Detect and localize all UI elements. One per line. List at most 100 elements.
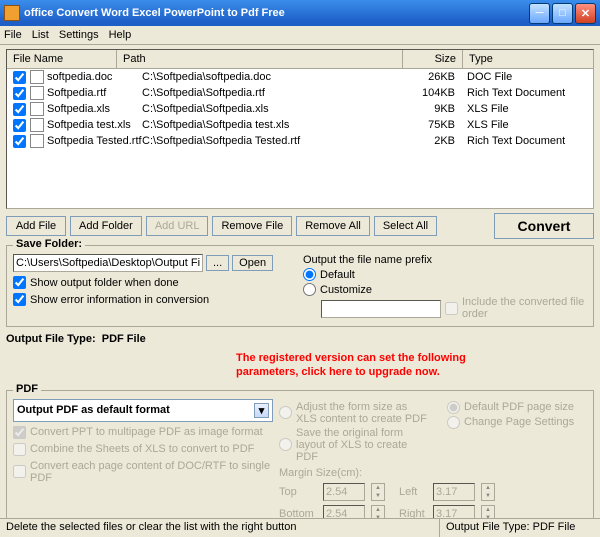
- table-row[interactable]: Softpedia Tested.rtfC:\Softpedia\Softped…: [7, 133, 593, 149]
- cell-size: 26KB: [401, 71, 461, 83]
- cell-size: 2KB: [401, 135, 461, 147]
- show-error-checkbox[interactable]: [13, 293, 26, 306]
- file-icon: [30, 118, 44, 132]
- save-folder-legend: Save Folder:: [13, 238, 85, 250]
- cell-path: C:\Softpedia\Softpedia test.xls: [142, 119, 401, 131]
- menu-settings[interactable]: Settings: [59, 29, 99, 41]
- cell-path: C:\Softpedia\Softpedia.xls: [142, 103, 401, 115]
- col-path[interactable]: Path: [117, 50, 403, 68]
- adjust-form-label: Adjust the form size as XLS content to c…: [296, 401, 427, 425]
- file-icon: [30, 70, 44, 84]
- show-error-label: Show error information in conversion: [30, 294, 209, 306]
- customize-input[interactable]: [321, 300, 441, 318]
- row-checkbox[interactable]: [13, 71, 26, 84]
- change-page-label: Change Page Settings: [464, 416, 574, 428]
- table-row[interactable]: softpedia.docC:\Softpedia\softpedia.doc2…: [7, 69, 593, 85]
- menu-file[interactable]: File: [4, 29, 22, 41]
- titlebar: office Convert Word Excel PowerPoint to …: [0, 0, 600, 26]
- col-type[interactable]: Type: [463, 50, 593, 68]
- convert-ppt-label: Convert PPT to multipage PDF as image fo…: [30, 426, 263, 438]
- row-checkbox[interactable]: [13, 119, 26, 132]
- prefix-default-radio[interactable]: [303, 268, 316, 281]
- cell-type: XLS File: [461, 103, 591, 115]
- prefix-customize-radio[interactable]: [303, 283, 316, 296]
- margin-top-label: Top: [279, 486, 317, 498]
- include-order-checkbox: [445, 302, 458, 315]
- pdf-format-dropdown[interactable]: Output PDF as default format ▾: [13, 399, 273, 422]
- cell-type: Rich Text Document: [461, 87, 591, 99]
- add-file-button[interactable]: Add File: [6, 216, 66, 236]
- add-url-button: Add URL: [146, 216, 209, 236]
- file-icon: [30, 134, 44, 148]
- table-row[interactable]: Softpedia test.xlsC:\Softpedia\Softpedia…: [7, 117, 593, 133]
- cell-name: Softpedia.xls: [47, 103, 142, 115]
- default-page-label: Default PDF page size: [464, 401, 574, 413]
- file-list[interactable]: File Name Path Size Type softpedia.docC:…: [6, 49, 594, 209]
- margin-left-spinner: ▲▼: [481, 483, 495, 501]
- convert-each-label: Convert each page content of DOC/RTF to …: [30, 460, 273, 484]
- close-button[interactable]: ✕: [575, 3, 596, 24]
- cell-name: Softpedia test.xls: [47, 119, 142, 131]
- output-type-label: Output File Type: PDF File: [6, 327, 594, 347]
- cell-path: C:\Softpedia\Softpedia.rtf: [142, 87, 401, 99]
- file-icon: [30, 86, 44, 100]
- cell-type: Rich Text Document: [461, 135, 591, 147]
- row-checkbox[interactable]: [13, 103, 26, 116]
- cell-path: C:\Softpedia\softpedia.doc: [142, 71, 401, 83]
- convert-button[interactable]: Convert: [494, 213, 594, 239]
- cell-path: C:\Softpedia\Softpedia Tested.rtf: [142, 135, 401, 147]
- cell-size: 9KB: [401, 103, 461, 115]
- menu-help[interactable]: Help: [109, 29, 132, 41]
- cell-size: 75KB: [401, 119, 461, 131]
- save-path-input[interactable]: [13, 254, 203, 272]
- save-original-radio: [279, 438, 292, 451]
- row-checkbox[interactable]: [13, 87, 26, 100]
- window-title: office Convert Word Excel PowerPoint to …: [24, 7, 529, 19]
- pdf-group: PDF Output PDF as default format ▾ Conve…: [6, 390, 594, 530]
- row-checkbox[interactable]: [13, 135, 26, 148]
- table-row[interactable]: Softpedia.xlsC:\Softpedia\Softpedia.xls9…: [7, 101, 593, 117]
- table-row[interactable]: Softpedia.rtfC:\Softpedia\Softpedia.rtf1…: [7, 85, 593, 101]
- remove-file-button[interactable]: Remove File: [212, 216, 292, 236]
- adjust-form-radio: [279, 406, 292, 419]
- col-name[interactable]: File Name: [7, 50, 117, 68]
- upgrade-notice[interactable]: The registered version can set the follo…: [6, 347, 594, 384]
- convert-ppt-checkbox: [13, 426, 26, 439]
- select-all-button[interactable]: Select All: [374, 216, 437, 236]
- prefix-default-label: Default: [320, 269, 355, 281]
- menubar: File List Settings Help: [0, 26, 600, 45]
- prefix-label: Output the file name prefix: [303, 254, 587, 266]
- cell-name: Softpedia.rtf: [47, 87, 142, 99]
- minimize-button[interactable]: ─: [529, 3, 550, 24]
- cell-type: XLS File: [461, 119, 591, 131]
- browse-button[interactable]: ...: [206, 255, 229, 271]
- default-page-radio: [447, 401, 460, 414]
- remove-all-button[interactable]: Remove All: [296, 216, 370, 236]
- open-button[interactable]: Open: [232, 255, 273, 271]
- file-icon: [30, 102, 44, 116]
- combine-sheets-checkbox: [13, 443, 26, 456]
- chevron-down-icon: ▾: [254, 403, 269, 418]
- margin-label: Margin Size(cm):: [279, 467, 587, 479]
- combine-sheets-label: Combine the Sheets of XLS to convert to …: [30, 443, 254, 455]
- save-original-label: Save the original form layout of XLS to …: [296, 427, 427, 463]
- pdf-legend: PDF: [13, 383, 41, 395]
- menu-list[interactable]: List: [32, 29, 49, 41]
- cell-name: softpedia.doc: [47, 71, 142, 83]
- app-icon: [4, 5, 20, 21]
- col-size[interactable]: Size: [403, 50, 463, 68]
- margin-top-spinner: ▲▼: [371, 483, 385, 501]
- convert-each-checkbox: [13, 465, 26, 478]
- prefix-customize-label: Customize: [320, 284, 372, 296]
- change-page-radio: [447, 416, 460, 429]
- maximize-button[interactable]: □: [552, 3, 573, 24]
- cell-type: DOC File: [461, 71, 591, 83]
- margin-top-input: [323, 483, 365, 501]
- show-folder-label: Show output folder when done: [30, 277, 179, 289]
- margin-left-input: [433, 483, 475, 501]
- show-folder-checkbox[interactable]: [13, 276, 26, 289]
- add-folder-button[interactable]: Add Folder: [70, 216, 142, 236]
- include-order-label: Include the converted file order: [462, 296, 587, 320]
- status-output-type: Output File Type: PDF File: [440, 519, 600, 537]
- save-folder-group: Save Folder: ... Open Show output folder…: [6, 245, 594, 327]
